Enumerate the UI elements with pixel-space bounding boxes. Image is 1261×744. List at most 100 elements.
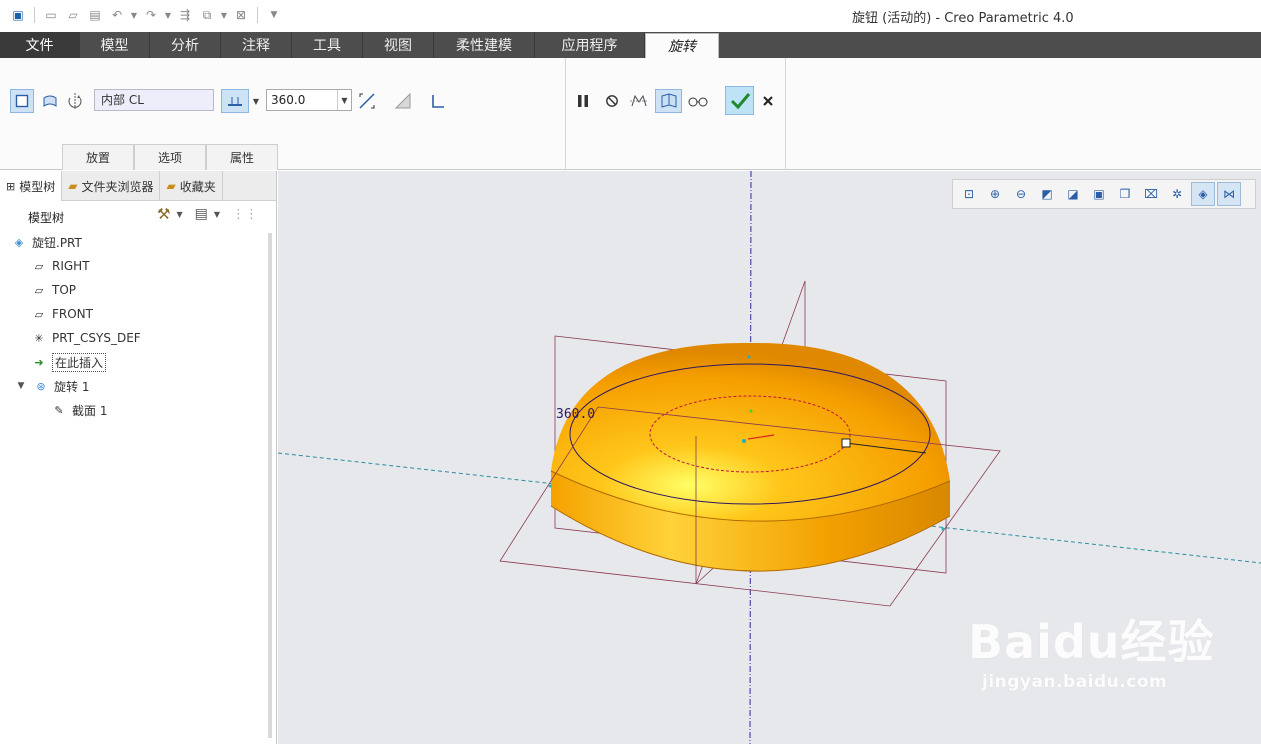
angle-dimension[interactable]: 360.0: [556, 407, 595, 422]
show-options-icon[interactable]: ▤: [195, 206, 208, 222]
show-dropdown-icon[interactable]: ▼: [214, 210, 220, 219]
filter-icon[interactable]: ⋮⋮: [232, 207, 258, 222]
tab-model-tree-label: 模型树: [19, 179, 56, 194]
arrow-right-icon: ➜: [34, 355, 44, 369]
csys-origin-marker: [742, 439, 746, 443]
angle-input[interactable]: 360.0 ▼: [266, 89, 352, 111]
preview-geometry-icon[interactable]: [627, 89, 651, 113]
display-style-icon[interactable]: ▣: [1087, 182, 1111, 206]
open-file-icon[interactable]: ▱: [63, 5, 83, 25]
new-file-icon[interactable]: ▭: [41, 5, 61, 25]
reorient-icon[interactable]: ◪: [1061, 182, 1085, 206]
csys-y-marker: [749, 409, 753, 413]
model-tree-tools: ⚒ ▼ ▤ ▼ ⋮⋮: [157, 205, 258, 223]
watermark-url: jingyan.baidu.com: [982, 672, 1168, 692]
title-bar: ▣ ▭ ▱ ▤ ↶ ▼ ↷ ▼ ⇶ ⧉ ▼ ⊠ ▼ 旋钮 (活动的) - Cre…: [0, 0, 1261, 32]
spin-center-icon[interactable]: ◈: [1191, 182, 1215, 206]
tab-placement[interactable]: 放置: [62, 144, 134, 170]
thicken-icon[interactable]: [426, 89, 450, 113]
redo-icon[interactable]: ↷: [141, 5, 161, 25]
undo-icon[interactable]: ↶: [107, 5, 127, 25]
model-tree-icon: ⊞: [6, 179, 16, 193]
settings-icon[interactable]: ⚒: [157, 205, 170, 223]
tree-node-section[interactable]: ✎ 截面 1: [52, 399, 107, 421]
tree-node-part[interactable]: ◈ 旋钮.PRT: [12, 231, 82, 253]
customize-toolbar-icon[interactable]: ▼: [264, 5, 284, 25]
tree-node-top-plane[interactable]: ▱ TOP: [32, 279, 76, 301]
tree-node-label: FRONT: [52, 307, 93, 321]
windows-dropdown-icon[interactable]: ▼: [219, 5, 229, 25]
app-icon[interactable]: ▣: [8, 5, 28, 25]
tab-properties[interactable]: 属性: [206, 144, 278, 170]
tree-node-label: 旋钮.PRT: [32, 235, 82, 250]
tree-node-insert-here[interactable]: ➜ 在此插入: [32, 351, 107, 373]
redo-dropdown-icon[interactable]: ▼: [163, 5, 173, 25]
tab-revolve[interactable]: 旋转: [645, 33, 719, 58]
tab-view[interactable]: 视图: [363, 32, 434, 58]
axis-reference-icon[interactable]: [63, 89, 87, 113]
regenerate-icon[interactable]: ⇶: [175, 5, 195, 25]
angle-option-icon[interactable]: [221, 89, 249, 113]
model-tree-header: 模型树 ⚒ ▼ ▤ ▼ ⋮⋮: [0, 201, 276, 231]
tab-tools[interactable]: 工具: [292, 32, 363, 58]
graphics-viewport[interactable]: 360.0 ⊡ ⊕ ⊖ ◩ ◪ ▣ ❒ ⌧ ✲ ◈ ⋈ Baidu经验 jing…: [278, 171, 1261, 744]
datum-plane-icon: ▱: [34, 259, 44, 273]
tree-node-label: 旋转 1: [54, 379, 90, 394]
zoom-in-icon[interactable]: ⊕: [983, 182, 1007, 206]
zoom-out-icon[interactable]: ⊖: [1009, 182, 1033, 206]
settings-dropdown-icon[interactable]: ▼: [176, 210, 182, 219]
scrollbar[interactable]: [268, 233, 272, 738]
windows-icon[interactable]: ⧉: [197, 5, 217, 25]
remove-material-icon[interactable]: [391, 89, 415, 113]
tree-node-label: TOP: [52, 283, 77, 297]
tree-node-revolve[interactable]: ▼ ⊛ 旋转 1: [14, 375, 90, 397]
tab-options[interactable]: 选项: [134, 144, 206, 170]
tab-file[interactable]: 文件: [0, 32, 80, 58]
flip-direction-icon[interactable]: [355, 89, 379, 113]
cancel-button[interactable]: [756, 89, 780, 113]
axis-point-marker: [941, 527, 945, 531]
coordinate-system-icon: ✳: [34, 331, 44, 345]
expand-icon[interactable]: ▼: [14, 379, 28, 393]
tree-node-label: RIGHT: [52, 259, 90, 273]
solid-icon[interactable]: [10, 89, 34, 113]
tree-node-front-plane[interactable]: ▱ FRONT: [32, 303, 93, 325]
undo-dropdown-icon[interactable]: ▼: [129, 5, 139, 25]
tab-applications[interactable]: 应用程序: [535, 32, 645, 58]
tab-model[interactable]: 模型: [80, 32, 150, 58]
surface-icon[interactable]: [38, 89, 62, 113]
repaint-icon[interactable]: ◩: [1035, 182, 1059, 206]
close-window-icon[interactable]: ⊠: [231, 5, 251, 25]
no-preview-icon[interactable]: [600, 89, 624, 113]
tree-node-right-plane[interactable]: ▱ RIGHT: [32, 255, 90, 277]
tree-node-csys[interactable]: ✳ PRT_CSYS_DEF: [32, 327, 141, 349]
saved-orientations-icon[interactable]: ❒: [1113, 182, 1137, 206]
tab-model-tree[interactable]: ⊞ 模型树: [0, 171, 63, 201]
datum-display-icon[interactable]: ✲: [1165, 182, 1189, 206]
revolve-dashboard: 内部 CL ▼ 360.0 ▼ 放置 选项 属性: [0, 58, 1261, 170]
model-dome: [551, 342, 950, 522]
folder-icon: ▰: [68, 179, 78, 193]
annotation-display-icon[interactable]: ⋈: [1217, 182, 1241, 206]
navigator-panel: ⊞ 模型树 ▰ 文件夹浏览器 ▰ 收藏夹 模型树 ⚒ ▼ ▤ ▼ ⋮⋮ ◈ 旋钮…: [0, 171, 277, 744]
tree-node-label: 截面 1: [72, 403, 108, 418]
navigator-tabs: ⊞ 模型树 ▰ 文件夹浏览器 ▰ 收藏夹: [0, 171, 276, 201]
tab-analysis[interactable]: 分析: [150, 32, 221, 58]
favorites-folder-icon: ▰: [166, 179, 176, 193]
tab-folder-browser[interactable]: ▰ 文件夹浏览器: [62, 171, 161, 201]
tree-node-label: PRT_CSYS_DEF: [52, 331, 141, 345]
axis-reference-field[interactable]: 内部 CL: [94, 89, 214, 111]
ok-button[interactable]: [725, 86, 754, 115]
tab-favorites[interactable]: ▰ 收藏夹: [160, 171, 223, 201]
chevron-down-icon[interactable]: ▼: [337, 90, 351, 110]
save-icon[interactable]: ▤: [85, 5, 105, 25]
angle-option-dropdown-icon[interactable]: ▼: [249, 89, 263, 113]
view-manager-icon[interactable]: ⌧: [1139, 182, 1163, 206]
pause-icon[interactable]: [571, 89, 595, 113]
tab-annotate[interactable]: 注释: [221, 32, 292, 58]
tab-flexible-modeling[interactable]: 柔性建模: [434, 32, 535, 58]
verify-preview-icon[interactable]: [655, 89, 682, 113]
drag-handle[interactable]: [841, 438, 851, 448]
glasses-icon[interactable]: [686, 89, 710, 113]
refit-icon[interactable]: ⊡: [957, 182, 981, 206]
